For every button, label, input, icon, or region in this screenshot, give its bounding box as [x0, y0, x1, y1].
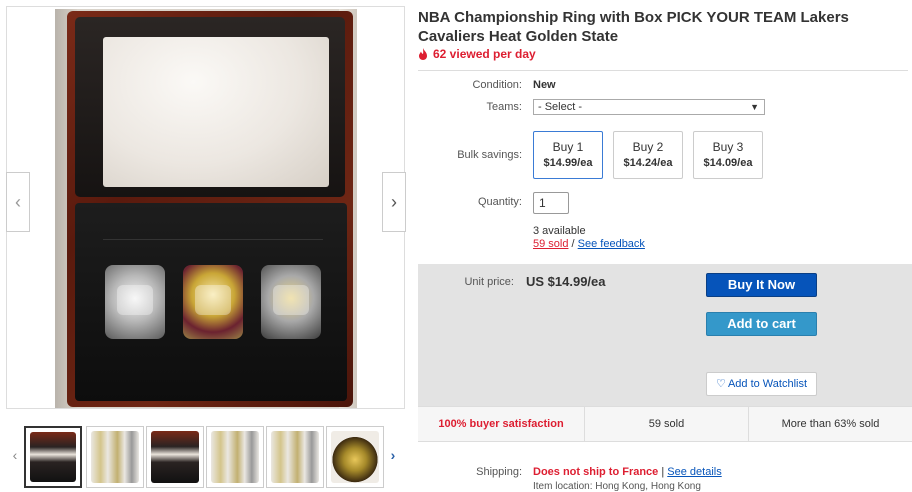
ring-heat [105, 265, 165, 339]
teams-label: Teams: [486, 101, 522, 113]
condition-value: New [533, 79, 556, 91]
percent-sold: More than 63% sold [748, 407, 912, 441]
thumbnail-strip: ‹ › [6, 424, 406, 490]
sold-count: 59 sold [584, 407, 748, 441]
thumbnail-prev-button[interactable]: ‹ [8, 442, 22, 468]
available-count: 3 available [533, 225, 586, 237]
shipping-label: Shipping: [476, 466, 522, 478]
availability: 3 available 59 sold / See feedback [533, 225, 645, 250]
thumbnail[interactable] [146, 426, 204, 488]
ring-lakers [261, 265, 321, 339]
chevron-right-icon: › [390, 447, 396, 463]
heart-icon: ♡ [716, 378, 726, 390]
item-title: NBA Championship Ring with Box PICK YOUR… [418, 9, 849, 45]
item-location: Item location: Hong Kong, Hong Kong [533, 481, 701, 492]
quantity-input[interactable]: 1 [533, 192, 569, 214]
no-ship-text: Does not ship to France [533, 466, 659, 478]
thumbnail[interactable] [206, 426, 264, 488]
shipping-value: Does not ship to France | See details [533, 466, 722, 478]
unit-price-label: Unit price: [464, 276, 514, 288]
flame-icon [419, 48, 427, 60]
unit-price: US $14.99/ea [526, 274, 606, 289]
ring-cavaliers [183, 265, 243, 339]
thumbnail-next-button[interactable]: › [386, 442, 400, 468]
teams-select-value: - Select - [538, 101, 583, 113]
chevron-left-icon: ‹ [15, 191, 21, 212]
bulk-option-buy-2[interactable]: Buy 2 $14.24/ea [613, 131, 683, 179]
bulk-savings-label: Bulk savings: [457, 149, 522, 161]
buyer-satisfaction: 100% buyer satisfaction [438, 418, 564, 430]
caret-down-icon: ▼ [750, 102, 759, 112]
bulk-option-buy-1[interactable]: Buy 1 $14.99/ea [533, 131, 603, 179]
thumbnail[interactable] [326, 426, 384, 488]
chevron-right-icon: › [391, 191, 397, 212]
chevron-left-icon: ‹ [12, 447, 18, 463]
teams-select[interactable]: - Select - ▼ [533, 99, 765, 115]
buy-it-now-button[interactable]: Buy It Now [706, 273, 817, 297]
gallery-prev-button[interactable]: ‹ [6, 172, 30, 232]
main-product-image[interactable] [6, 6, 405, 409]
add-to-cart-button[interactable]: Add to cart [706, 312, 817, 336]
condition-label: Condition: [472, 79, 522, 91]
gallery-next-button[interactable]: › [382, 172, 406, 232]
viewed-text: 62 viewed per day [433, 47, 536, 61]
ring-box [67, 11, 353, 407]
quantity-label: Quantity: [477, 196, 522, 208]
listing-page: ‹ › ‹ › NBA Championship Ring with Box P… [0, 0, 912, 492]
add-to-watchlist-button[interactable]: ♡ Add to Watchlist [706, 372, 817, 396]
purchase-stats: 100% buyer satisfaction 59 sold More tha… [418, 406, 912, 442]
viewed-per-day: 62 viewed per day [418, 47, 536, 61]
thumbnail[interactable] [86, 426, 144, 488]
see-feedback-link[interactable]: See feedback [578, 238, 645, 250]
divider [418, 70, 908, 71]
bulk-option-buy-3[interactable]: Buy 3 $14.09/ea [693, 131, 763, 179]
see-details-link[interactable]: See details [667, 466, 721, 478]
thumbnail[interactable] [266, 426, 324, 488]
thumbnail[interactable] [24, 426, 82, 488]
buy-box: Unit price: US $14.99/ea Buy It Now Add … [418, 264, 912, 406]
product-photo [55, 9, 357, 408]
sold-link[interactable]: 59 sold [533, 238, 568, 250]
